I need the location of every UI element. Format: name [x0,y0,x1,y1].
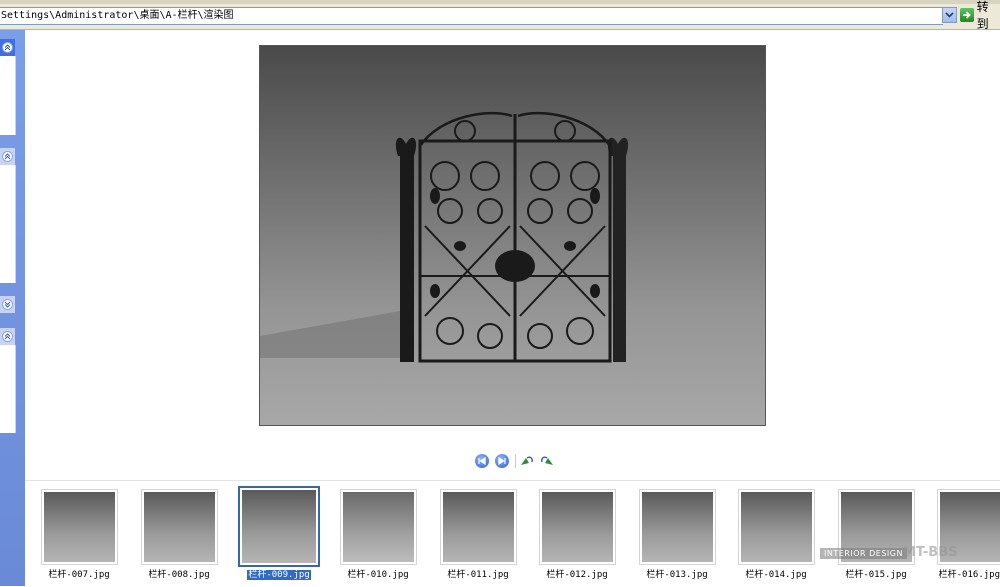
thumbnail-image [242,490,316,563]
thumbnail-image [144,492,215,562]
rotate-counterclockwise-button[interactable] [540,454,554,468]
thumbnail-image [44,492,115,562]
thumbnail-010[interactable] [340,489,417,565]
address-toolbar: Settings\Administrator\桌面\A-栏杆\渲染图 转到 [0,0,1000,31]
iron-gate-render [260,111,629,363]
go-arrow-icon [960,8,974,22]
thumbnail-014[interactable] [738,489,815,565]
thumbnail-009-selected[interactable] [238,486,320,567]
go-label: 转到 [976,0,989,31]
address-input[interactable]: Settings\Administrator\桌面\A-栏杆\渲染图 [0,7,943,25]
task-pane-header-4[interactable] [0,328,15,345]
thumbnail-012[interactable] [539,489,616,565]
thumbnail-image [642,492,713,562]
thumbnail-label[interactable]: 栏杆-016.jpg [920,567,1000,580]
toolbar-separator [515,454,516,468]
thumbnail-011[interactable] [440,489,517,565]
thumbnail-image [542,492,613,562]
viewer-toolbar [475,453,560,469]
collapse-chevron-icon [2,42,13,53]
thumbnail-label[interactable]: 栏杆-011.jpg [428,567,528,580]
thumbnail-label[interactable]: 栏杆-007.jpg [29,567,129,580]
thumbnail-label[interactable]: 栏杆-014.jpg [726,567,826,580]
thumbnail-013[interactable] [639,489,716,565]
expand-chevron-icon [2,299,13,310]
go-button[interactable]: 转到 [960,0,1000,31]
task-pane-header-1[interactable] [0,39,15,56]
image-viewer [25,30,1000,480]
task-pane-panel-1 [0,56,16,135]
filmstrip: 栏杆-007.jpg 栏杆-008.jpg 栏杆-009.jpg 栏杆-010.… [25,480,1000,587]
task-pane [0,30,25,586]
task-pane-panel-4 [0,345,16,433]
task-pane-header-2[interactable] [0,148,15,165]
thumbnail-label-selected[interactable]: 栏杆-009.jpg [229,567,329,580]
toolbar-strip [0,0,1000,4]
rotate-ccw-icon [541,456,553,465]
task-pane-header-3[interactable] [0,296,15,313]
prev-icon [478,457,486,465]
thumbnail-label[interactable]: 栏杆-015.jpg [826,567,926,580]
thumbnail-008[interactable] [141,489,218,565]
thumbnail-image [343,492,414,562]
watermark-brand: MT-BBS [903,545,958,560]
thumbnail-007[interactable] [41,489,118,565]
previous-image-button[interactable] [475,454,489,468]
next-image-button[interactable] [495,454,509,468]
chevron-down-icon [945,12,954,18]
thumbnail-image [741,492,812,562]
thumbnail-label[interactable]: 栏杆-010.jpg [328,567,428,580]
collapse-chevron-icon [2,151,13,162]
task-pane-panel-2 [0,165,16,283]
thumbnail-label[interactable]: 栏杆-012.jpg [527,567,627,580]
collapse-chevron-icon [2,331,13,342]
rotate-clockwise-button[interactable] [520,454,534,468]
next-icon [498,457,506,465]
address-dropdown-button[interactable] [942,7,957,23]
thumbnail-label[interactable]: 栏杆-008.jpg [129,567,229,580]
rotate-cw-icon [521,456,533,465]
thumbnail-label[interactable]: 栏杆-013.jpg [627,567,727,580]
main-image-preview[interactable] [259,45,766,426]
watermark: INTERIOR DESIGN [820,548,907,559]
thumbnail-image [443,492,514,562]
